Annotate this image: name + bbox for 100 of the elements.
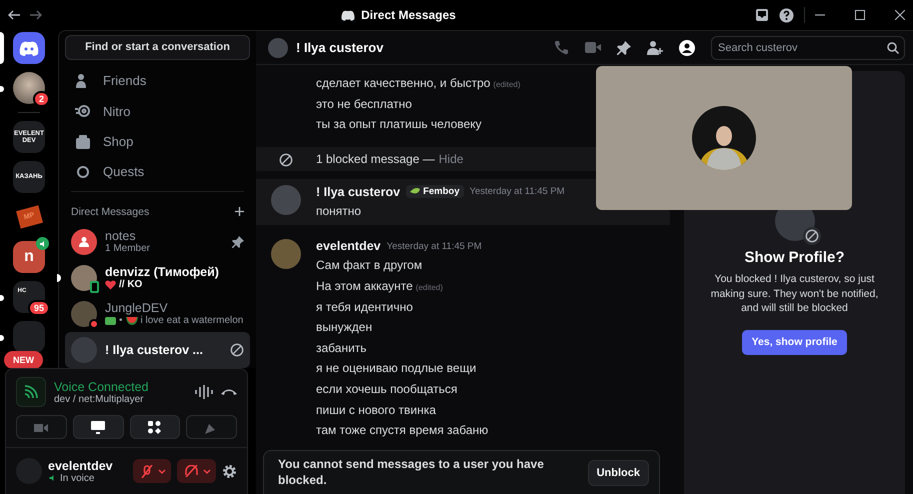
message-text: там тоже спустя время забаню	[316, 422, 490, 440]
add-friend-icon[interactable]	[647, 40, 663, 55]
dm-item[interactable]: ! Ilya custerov ...	[65, 332, 250, 368]
group-icon	[78, 236, 90, 248]
voice-status: Voice Connected	[54, 380, 150, 394]
maximize-icon[interactable]	[855, 10, 865, 20]
video-icon[interactable]	[585, 42, 601, 53]
quests-icon	[75, 164, 91, 180]
dm-name: notes	[105, 229, 137, 244]
custom-status: •	[119, 315, 123, 326]
mute-button[interactable]	[133, 459, 171, 483]
mobile-status-icon	[90, 280, 99, 293]
guild-tag: Femboy	[406, 185, 464, 198]
unread-indicator	[0, 295, 4, 301]
nav-item[interactable]: Friends	[65, 66, 250, 96]
show-profile-button[interactable]: Yes, show profile	[742, 330, 848, 354]
search-icon	[887, 42, 899, 54]
server-avatar[interactable]	[13, 72, 45, 104]
nav-item[interactable]: Shop	[65, 126, 250, 157]
chevron-down-icon[interactable]	[158, 468, 166, 474]
window-title: Direct Messages	[361, 8, 456, 22]
find-conversation-button[interactable]: Find or start a conversation	[65, 35, 250, 60]
pin-icon[interactable]	[232, 236, 244, 248]
pin-icon[interactable]	[617, 40, 631, 54]
user-status: In voice	[60, 472, 94, 484]
unread-indicator	[0, 86, 4, 92]
phone-icon[interactable]	[554, 40, 569, 55]
user-profile-icon[interactable]	[679, 40, 695, 56]
activities-button[interactable]	[130, 415, 180, 439]
chat-title: ! Ilya custerov	[296, 40, 384, 55]
home-button[interactable]	[13, 32, 45, 64]
shapes-icon	[148, 420, 162, 434]
member-count: 1 Member	[105, 243, 150, 254]
blocked-icon	[804, 229, 818, 243]
message-text: пиши с нового твинка	[316, 402, 437, 419]
author-name[interactable]: ! Ilya custerov	[316, 184, 400, 199]
dm-item[interactable]: JungleDEV • i love eat a watermelon	[65, 296, 250, 332]
dm-name: denvizz (Тимофей)	[105, 265, 220, 280]
nav-item[interactable]: Nitro	[65, 96, 250, 126]
message-text: забанить	[316, 340, 368, 357]
plus-icon[interactable]	[235, 207, 244, 216]
notification-badge: 2	[32, 91, 50, 107]
dialog-text: You blocked ! Ilya custerov, so just making sure. They won't be notified, and will still be blocked	[710, 272, 880, 316]
dm-name: ! Ilya custerov ...	[105, 342, 204, 357]
search-field[interactable]: Search custerov	[711, 36, 905, 60]
screen-share-button[interactable]	[72, 415, 124, 439]
message-text: я тебя идентично	[316, 298, 414, 316]
unblock-button[interactable]: Unblock	[588, 460, 649, 486]
back-arrow-icon[interactable]	[8, 10, 20, 20]
dialog-title: Show Profile?	[744, 249, 844, 266]
blocked-icon	[279, 152, 293, 167]
deafen-button[interactable]	[177, 459, 216, 483]
do-not-disturb-icon	[89, 318, 99, 329]
voice-channel[interactable]: dev / net:Multiplayer	[54, 394, 187, 404]
settings-icon[interactable]	[222, 464, 237, 478]
controller-logo-icon	[341, 10, 356, 20]
dm-name: JungleDEV	[105, 301, 169, 316]
notification-badge: 95	[28, 300, 50, 316]
help-icon[interactable]	[779, 8, 794, 22]
camera-button[interactable]	[16, 415, 67, 439]
nav-item[interactable]: Quests	[65, 156, 250, 188]
unread-indicator	[0, 335, 4, 341]
custom-status: // KO	[119, 279, 142, 290]
controller-logo-icon	[19, 40, 39, 56]
soundboard-button[interactable]	[186, 415, 237, 439]
hide-link[interactable]: Hide	[438, 146, 464, 171]
gamepad-icon	[105, 316, 116, 325]
forward-arrow-icon[interactable]	[30, 10, 42, 20]
message-text: понятно	[316, 202, 362, 220]
message-text: это не бесплатно	[316, 96, 413, 113]
unread-indicator	[57, 274, 61, 282]
blocked-notice: You cannot send messages to a user you have blocked.	[278, 456, 545, 488]
speaker-icon	[38, 240, 46, 248]
server-icon[interactable]: n	[13, 241, 45, 273]
message-text: сделает качественно, и быстро (edited)	[316, 75, 522, 92]
user-avatar	[71, 336, 97, 363]
connection-icon[interactable]	[16, 377, 46, 407]
shop-icon	[75, 134, 91, 150]
user-avatar	[271, 184, 301, 215]
heart-icon	[105, 280, 116, 290]
blocked-icon	[230, 342, 244, 357]
dm-item[interactable]: denvizz (Тимофей) // KO	[65, 260, 250, 296]
monitor-icon	[91, 420, 106, 434]
message-text: Сам факт в другом	[316, 257, 424, 274]
inbox-icon[interactable]	[755, 8, 769, 22]
user-avatar	[271, 239, 301, 270]
section-header: Direct Messages	[71, 206, 150, 218]
dm-item[interactable]: notes 1 Member	[65, 224, 250, 260]
username: evelentdev	[48, 458, 114, 472]
message-text: На этом аккаунте (edited)	[316, 278, 444, 295]
server-folder[interactable]	[13, 321, 45, 353]
message-text: ты за опыт платишь человеку	[316, 116, 483, 134]
hang-up-icon[interactable]	[221, 388, 237, 396]
chevron-down-icon[interactable]	[203, 468, 211, 474]
leaf-icon	[410, 188, 420, 196]
noise-suppression-icon[interactable]	[195, 385, 213, 399]
close-icon[interactable]	[895, 10, 905, 20]
message-text: если хочешь пообщаться	[316, 380, 458, 398]
author-name[interactable]: evelentdev	[316, 239, 381, 254]
timestamp: Yesterday at 11:45 PM	[386, 240, 482, 252]
